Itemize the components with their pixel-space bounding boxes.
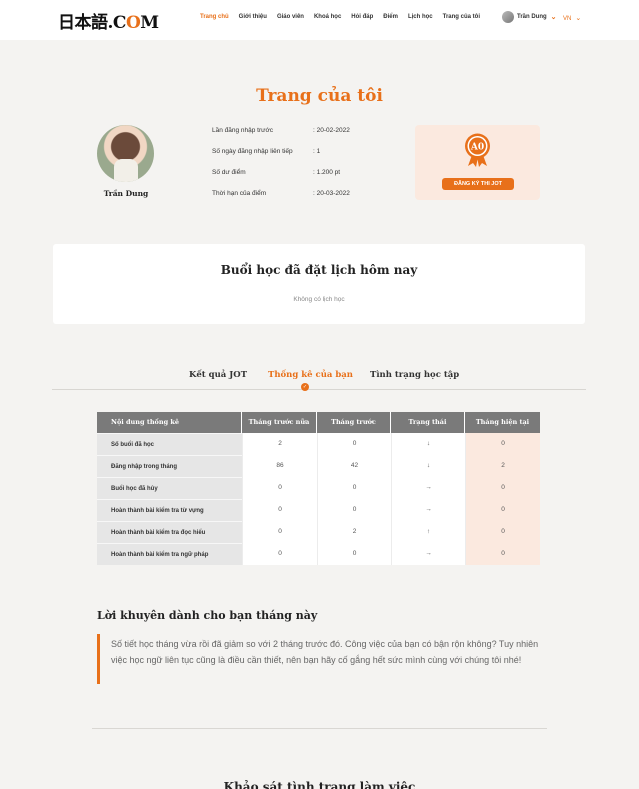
schedule-card: Buổi học đã đặt lịch hôm nay Không có lị… — [53, 244, 585, 324]
tab-learning-status[interactable]: Tình trạng học tập — [370, 370, 459, 380]
cell-current: 0 — [465, 477, 540, 499]
cell-prev2: 0 — [242, 521, 317, 543]
arrow-up-icon: ↑ — [391, 521, 465, 543]
row-label: Đăng nhập trong tháng — [97, 455, 242, 477]
register-jot-button[interactable]: ĐĂNG KÝ THI JOT — [442, 178, 514, 190]
nav-item-points[interactable]: Điểm — [383, 14, 398, 20]
table-header: Trạng thái — [391, 412, 465, 433]
row-label: Hoàn thành bài kiểm tra từ vựng — [97, 499, 242, 521]
nav-item-my-page[interactable]: Trang của tôi — [443, 14, 480, 20]
info-label: Lần đăng nhập trước — [212, 127, 274, 134]
arrow-right-icon: → — [391, 477, 465, 499]
row-label: Hoàn thành bài kiểm tra đọc hiểu — [97, 521, 242, 543]
cell-prev: 42 — [317, 455, 391, 477]
arrow-right-icon: → — [391, 499, 465, 521]
profile-avatar — [97, 125, 154, 182]
nav-item-teachers[interactable]: Giáo viên — [277, 14, 304, 20]
cell-prev: 0 — [317, 433, 391, 455]
table-row: Số buổi đã học 2 0 ↓ 0 — [97, 433, 540, 455]
language-selector[interactable]: VN ⌄ — [563, 14, 581, 22]
badge-label: A0 — [470, 143, 484, 153]
nav-item-courses[interactable]: Khoá học — [314, 14, 341, 20]
info-value: : 1 — [313, 148, 321, 155]
cell-prev: 0 — [317, 543, 391, 565]
nav-item-about[interactable]: Giới thiệu — [239, 14, 267, 20]
info-value: : 20-03-2022 — [313, 190, 350, 197]
page-title: Trang của tôi — [256, 86, 383, 106]
table-header: Tháng hiện tại — [465, 412, 540, 433]
avatar — [502, 11, 514, 23]
arrow-right-icon: → — [391, 543, 465, 565]
profile-name: Trần Dung — [103, 189, 149, 198]
info-value: : 1.200 pt — [313, 169, 341, 176]
nav-item-schedule[interactable]: Lịch học — [408, 14, 433, 20]
chevron-down-icon: ⌄ — [550, 14, 557, 21]
cell-prev2: 2 — [242, 433, 317, 455]
arrow-down-icon: ↓ — [391, 455, 465, 477]
cell-prev: 0 — [317, 477, 391, 499]
check-icon: ✓ — [301, 383, 309, 391]
table-row: Hoàn thành bài kiểm tra ngữ pháp 0 0 → 0 — [97, 543, 540, 565]
cell-prev2: 0 — [242, 477, 317, 499]
cell-prev2: 0 — [242, 499, 317, 521]
stats-table: Nội dung thống kê Tháng trước nữa Tháng … — [97, 412, 540, 565]
table-row: Hoàn thành bài kiểm tra đọc hiểu 0 2 ↑ 0 — [97, 521, 540, 543]
jot-card: A0 ĐĂNG KÝ THI JOT — [415, 125, 540, 200]
cell-current: 0 — [465, 543, 540, 565]
row-label: Buổi học đã hủy — [97, 477, 242, 499]
main-nav: Trang chủ Giới thiệu Giáo viên Khoá học … — [200, 14, 480, 20]
row-label: Số buổi đã học — [97, 433, 242, 455]
table-header: Tháng trước — [317, 412, 391, 433]
cell-prev: 2 — [317, 521, 391, 543]
info-label: Thời hạn của điểm — [212, 190, 267, 197]
table-row: Hoàn thành bài kiểm tra từ vựng 0 0 → 0 — [97, 499, 540, 521]
advice-text: Số tiết học tháng vừa rồi đã giảm so với… — [111, 639, 539, 665]
cell-prev2: 0 — [242, 543, 317, 565]
cell-current: 0 — [465, 433, 540, 455]
user-menu[interactable]: Trần Dung ⌄ — [502, 11, 557, 23]
info-value: : 20-02-2022 — [313, 127, 350, 134]
arrow-down-icon: ↓ — [391, 433, 465, 455]
table-header: Tháng trước nữa — [242, 412, 317, 433]
chevron-down-icon: ⌄ — [575, 15, 582, 22]
tab-bar: Kết quả JOT Thống kê của bạn Tình trạng … — [52, 370, 586, 390]
section-title: Khảo sát tình trạng làm việc — [223, 780, 416, 789]
site-logo[interactable]: 日本語.COM — [58, 8, 159, 33]
nav-item-faq[interactable]: Hỏi đáp — [351, 14, 373, 20]
top-header: 日本語.COM Trang chủ Giới thiệu Giáo viên K… — [0, 0, 639, 40]
cell-current: 0 — [465, 521, 540, 543]
table-row: Đăng nhập trong tháng 86 42 ↓ 2 — [97, 455, 540, 477]
user-name: Trần Dung — [517, 14, 547, 20]
cell-current: 0 — [465, 499, 540, 521]
schedule-title: Buổi học đã đặt lịch hôm nay — [220, 263, 418, 277]
medal-icon: A0 — [465, 133, 490, 167]
cell-prev: 0 — [317, 499, 391, 521]
row-label: Hoàn thành bài kiểm tra ngữ pháp — [97, 543, 242, 565]
table-row: Buổi học đã hủy 0 0 → 0 — [97, 477, 540, 499]
info-label: Số dư điểm — [212, 169, 246, 176]
table-header: Nội dung thống kê — [97, 412, 242, 433]
tab-statistics[interactable]: Thống kê của bạn — [268, 370, 353, 380]
cell-prev2: 86 — [242, 455, 317, 477]
section-divider — [92, 728, 547, 729]
schedule-empty-text: Không có lịch học — [293, 296, 345, 303]
advice-accent-bar — [97, 634, 100, 684]
tab-jot-result[interactable]: Kết quả JOT — [189, 370, 247, 380]
cell-current: 2 — [465, 455, 540, 477]
info-label: Số ngày đăng nhập liên tiếp — [212, 148, 293, 155]
advice-title: Lời khuyên dành cho bạn tháng này — [97, 609, 318, 622]
nav-item-home[interactable]: Trang chủ — [200, 14, 229, 20]
